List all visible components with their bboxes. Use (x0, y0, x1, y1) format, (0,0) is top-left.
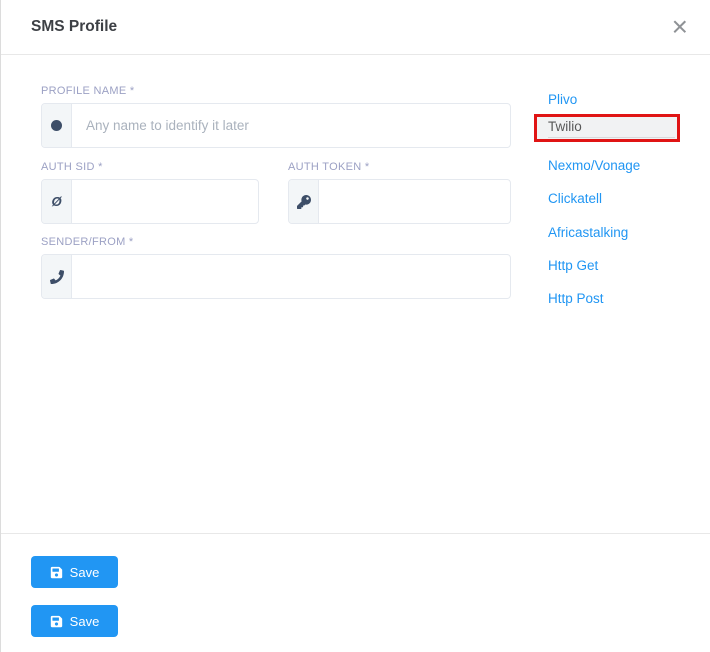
auth-sid-input[interactable] (72, 180, 259, 223)
field-auth-token: AUTH TOKEN * (288, 161, 511, 224)
provider-label: Http Post (548, 291, 604, 306)
save-icon (50, 615, 63, 628)
auth-token-label: AUTH TOKEN * (288, 161, 511, 173)
sid-slashed-circle-icon: Ø (42, 180, 72, 223)
provider-item-twilio[interactable]: Twilio (534, 114, 680, 142)
sms-profile-modal: SMS Profile × PROFILE NAME * AUTH SID * … (0, 0, 710, 652)
field-sender-from: SENDER/FROM * (41, 236, 511, 299)
provider-item-nexmo-vonage[interactable]: Nexmo/Vonage (548, 158, 640, 173)
provider-item-africastalking[interactable]: Africastalking (548, 225, 628, 240)
provider-label: Africastalking (548, 225, 628, 240)
provider-item-http-get[interactable]: Http Get (548, 258, 598, 273)
provider-label: Nexmo/Vonage (548, 158, 640, 173)
provider-label: Clickatell (548, 191, 602, 206)
footer-divider (1, 533, 710, 534)
profile-name-label: PROFILE NAME * (41, 85, 511, 97)
modal-title: SMS Profile (31, 18, 117, 36)
sender-from-label: SENDER/FROM * (41, 236, 511, 248)
field-auth-sid: AUTH SID * Ø (41, 161, 259, 224)
provider-item-plivo[interactable]: Plivo (548, 92, 577, 107)
circle-icon (42, 104, 72, 147)
provider-label: Plivo (548, 92, 577, 107)
profile-name-input[interactable] (72, 104, 510, 147)
provider-label: Http Get (548, 258, 598, 273)
save-icon (50, 566, 63, 579)
provider-label: Twilio (548, 117, 675, 138)
save-button-label: Save (70, 614, 100, 629)
auth-token-input[interactable] (319, 180, 511, 223)
field-profile-name: PROFILE NAME * (41, 85, 511, 148)
sender-from-input[interactable] (72, 255, 510, 298)
auth-sid-label: AUTH SID * (41, 161, 259, 173)
phone-icon (42, 255, 72, 298)
provider-item-http-post[interactable]: Http Post (548, 291, 604, 306)
save-button-secondary[interactable]: Save (31, 605, 118, 637)
save-button-label: Save (70, 565, 100, 580)
key-icon (289, 180, 319, 223)
provider-item-clickatell[interactable]: Clickatell (548, 191, 602, 206)
save-button[interactable]: Save (31, 556, 118, 588)
provider-list: Plivo Twilio Nexmo/Vonage Clickatell Africas… (534, 0, 680, 340)
